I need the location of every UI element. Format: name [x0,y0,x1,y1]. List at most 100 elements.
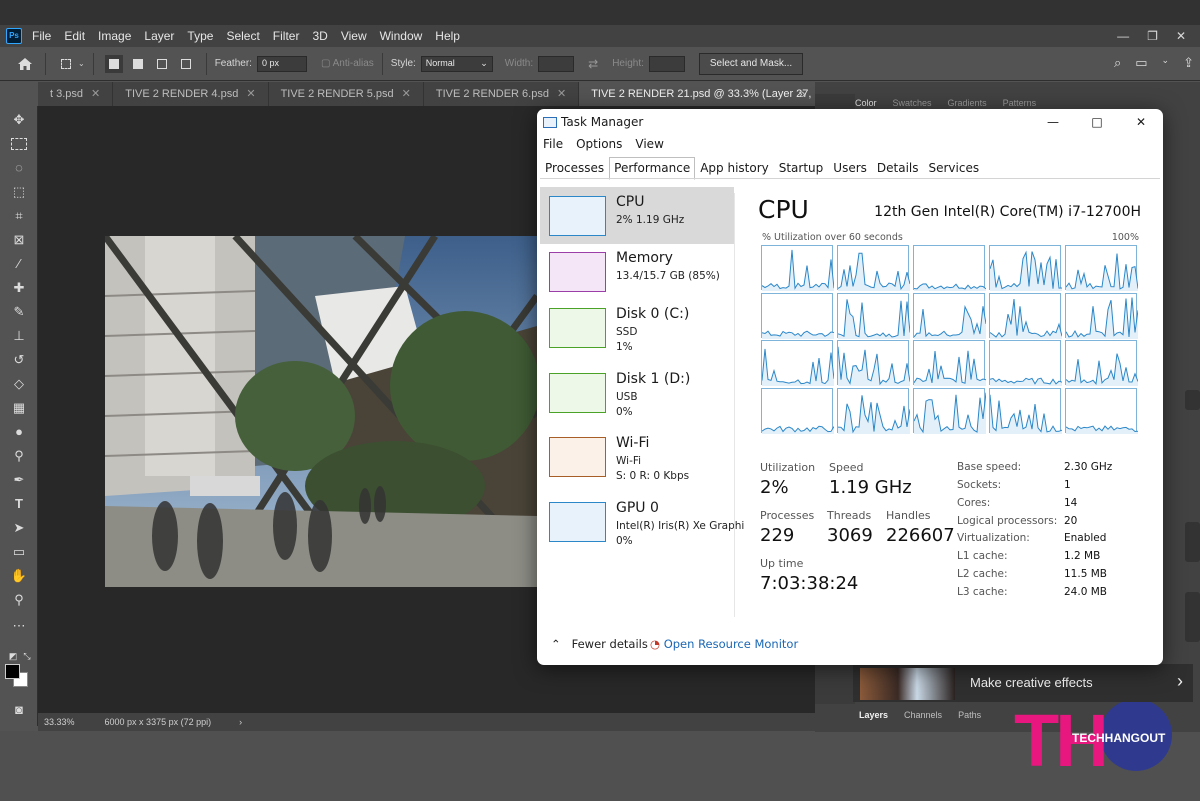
tab-app-history[interactable]: App history [695,157,774,180]
doc-tab[interactable]: TIVE 2 RENDER 4.psd ✕ [113,82,269,106]
zoom-level[interactable]: 33.33% [44,717,75,727]
menu-image[interactable]: Image [98,29,131,43]
tab-processes[interactable]: Processes [540,157,609,180]
tab-paths[interactable]: Paths [958,710,981,720]
tabs-overflow-icon[interactable]: » [790,82,814,106]
close-icon[interactable]: ✕ [246,88,255,100]
type-tool-icon[interactable]: T [9,494,29,514]
restore-icon[interactable]: ❐ [1147,29,1158,43]
home-icon[interactable] [16,55,34,73]
stamp-tool-icon[interactable]: ⊥ [9,326,29,346]
swap-colors-icon[interactable]: ⤡ [17,646,37,666]
resource-cpu[interactable]: CPU 2% 1.19 GHz [540,187,734,244]
zoom-tool-icon[interactable]: ⚲ [9,590,29,610]
tab-color[interactable]: Color [855,98,877,108]
document-image[interactable] [105,236,537,587]
chevron-down-icon[interactable]: ⌄ [1162,55,1170,71]
workspace-icon[interactable]: ▭ [1135,55,1147,71]
resource-gpu[interactable]: GPU 0 Intel(R) Iris(R) Xe Graphi 0% [540,493,744,550]
status-menu-icon[interactable]: › [239,717,242,727]
doc-tab[interactable]: TIVE 2 RENDER 5.psd ✕ [269,82,424,106]
minimize-icon[interactable]: — [1117,29,1129,43]
history-brush-icon[interactable]: ↺ [9,350,29,370]
open-resource-monitor-link[interactable]: ◔ Open Resource Monitor [650,637,798,651]
hand-tool-icon[interactable]: ✋ [9,566,29,586]
marquee-tool-icon[interactable] [11,138,27,150]
more-tools-icon[interactable]: ⋯ [9,616,29,636]
minimize-button[interactable]: — [1031,109,1075,137]
chevron-right-icon[interactable]: › [1177,671,1183,692]
fewer-details-button[interactable]: ⌃ Fewer details [551,637,648,651]
tm-menu-view[interactable]: View [635,137,663,151]
tab-details[interactable]: Details [872,157,924,180]
intersect-selection-icon[interactable] [177,55,195,73]
height-input[interactable] [648,55,685,72]
new-selection-icon[interactable] [104,54,123,73]
swap-icon[interactable]: ⇄ [588,57,598,71]
menu-edit[interactable]: Edit [64,29,85,43]
tab-gradients[interactable]: Gradients [948,98,987,108]
menu-window[interactable]: Window [380,29,423,43]
move-tool-icon[interactable]: ✥ [9,110,29,130]
doc-tab[interactable]: TIVE 2 RENDER 6.psd ✕ [424,82,580,106]
tm-menu-file[interactable]: File [543,137,563,151]
menu-select[interactable]: Select [226,29,259,43]
feather-input[interactable]: 0 px [256,55,307,72]
tab-channels[interactable]: Channels [904,710,942,720]
share-icon[interactable]: ⇪ [1183,55,1194,71]
blur-tool-icon[interactable]: ● [9,422,29,442]
path-select-icon[interactable]: ➤ [9,518,29,538]
foreground-color-swatch[interactable] [5,664,20,679]
select-and-mask-button[interactable]: Select and Mask... [698,52,804,75]
tm-menu-options[interactable]: Options [576,137,622,151]
menu-layer[interactable]: Layer [144,29,174,43]
close-icon[interactable]: ✕ [402,88,411,100]
menu-view[interactable]: View [341,29,367,43]
tab-performance[interactable]: Performance [609,157,696,180]
gradient-tool-icon[interactable]: ▦ [9,398,29,418]
menu-file[interactable]: File [32,29,51,43]
discover-hint-card[interactable]: Make creative effects › [853,664,1193,702]
dodge-tool-icon[interactable]: ⚲ [9,446,29,466]
close-icon[interactable]: ✕ [1176,29,1186,43]
resource-wifi[interactable]: Wi-Fi Wi-Fi S: 0 R: 0 Kbps [540,428,734,485]
resource-memory[interactable]: Memory 13.4/15.7 GB (85%) [540,243,734,300]
menu-filter[interactable]: Filter [273,29,300,43]
core-graph [1065,245,1138,291]
close-icon[interactable]: ✕ [91,88,100,100]
tab-patterns[interactable]: Patterns [1003,98,1037,108]
maximize-button[interactable]: □ [1075,109,1119,137]
brush-tool-icon[interactable]: ✎ [9,302,29,322]
frame-tool-icon[interactable]: ⊠ [9,230,29,250]
object-select-icon[interactable]: ⬚ [9,182,29,202]
close-button[interactable]: ✕ [1119,109,1163,137]
crop-tool-icon[interactable]: ⌗ [9,206,29,226]
menu-3d[interactable]: 3D [312,29,327,43]
tab-swatches[interactable]: Swatches [893,98,932,108]
tab-layers[interactable]: Layers [859,710,888,720]
search-icon[interactable]: ⌕ [1114,55,1121,71]
eyedropper-icon[interactable]: ⁄ [9,254,29,274]
subtract-selection-icon[interactable] [153,55,171,73]
menu-type[interactable]: Type [187,29,213,43]
anti-alias-checkbox[interactable]: ▢ Anti-alias [321,58,374,69]
tab-services[interactable]: Services [924,157,985,180]
marquee-tool-icon[interactable] [57,55,75,73]
quick-mask-icon[interactable]: ◙ [9,700,29,720]
style-select[interactable]: Normal ⌄ [420,55,493,72]
close-icon[interactable]: ✕ [557,88,566,100]
lasso-tool-icon[interactable]: ◌ [9,158,29,178]
doc-tab[interactable]: t 3.psd ✕ [38,82,114,106]
tab-startup[interactable]: Startup [774,157,829,180]
resource-disk0[interactable]: Disk 0 (C:) SSD 1% [540,299,734,356]
rectangle-tool-icon[interactable]: ▭ [9,542,29,562]
tab-users[interactable]: Users [828,157,872,180]
resource-disk1[interactable]: Disk 1 (D:) USB 0% [540,364,734,421]
chevron-down-icon[interactable]: ⌄ [78,59,85,68]
eraser-tool-icon[interactable]: ◇ [9,374,29,394]
add-selection-icon[interactable] [129,55,147,73]
menu-help[interactable]: Help [435,29,460,43]
healing-brush-icon[interactable]: ✚ [9,278,29,298]
pen-tool-icon[interactable]: ✒ [9,470,29,490]
width-input[interactable] [538,55,575,72]
